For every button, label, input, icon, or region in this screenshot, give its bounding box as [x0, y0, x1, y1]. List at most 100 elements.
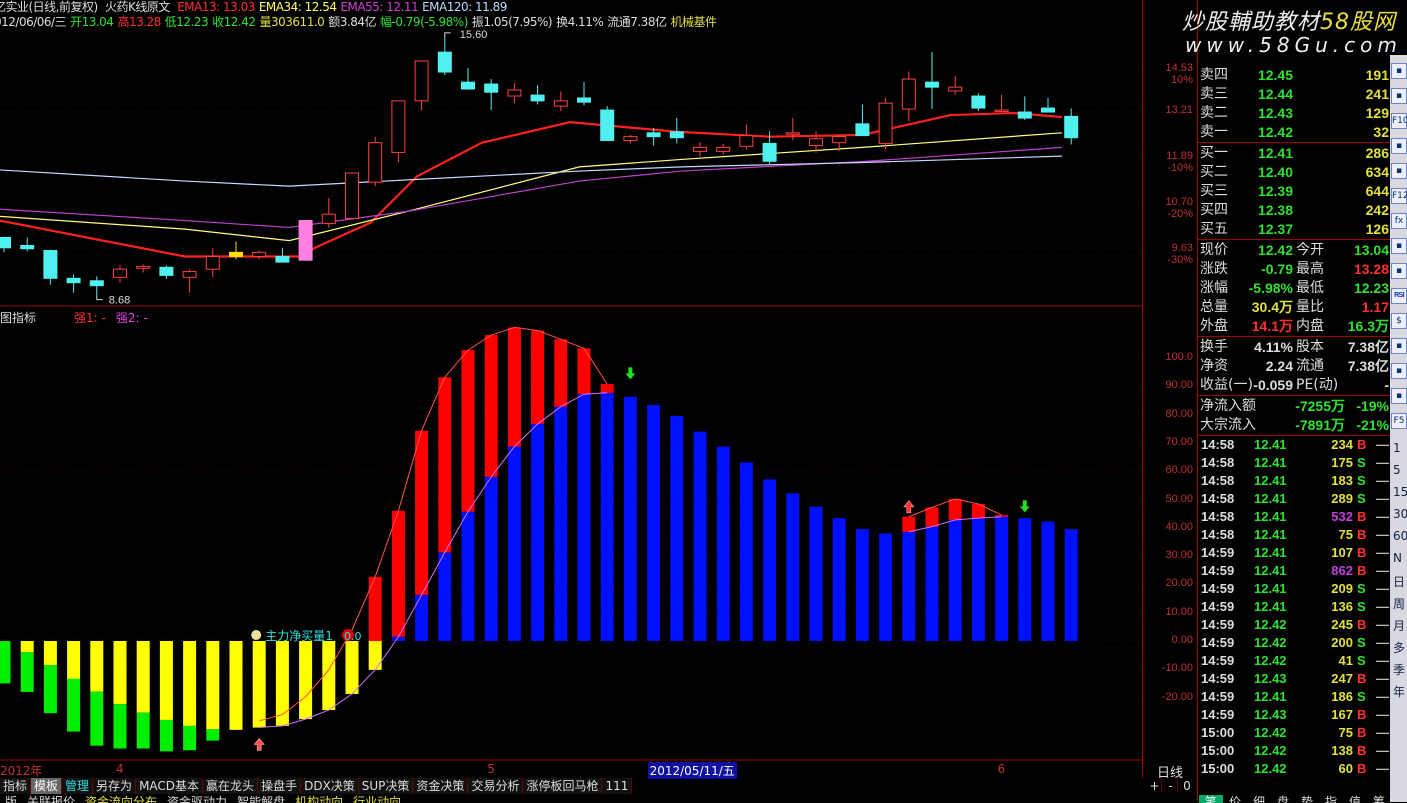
indicator-bar: [20, 641, 34, 692]
pct-axis-label: -20%: [1167, 208, 1193, 221]
flow-amount: -7891万: [1295, 417, 1345, 433]
template-tab[interactable]: 资金决策: [413, 778, 469, 794]
sell-arrow-icon: [1019, 500, 1030, 513]
pencil-icon[interactable]: ▪: [1391, 388, 1407, 404]
tick-side: B: [1357, 743, 1367, 758]
green-segment: [43, 665, 57, 714]
blue-segment: [1041, 521, 1055, 641]
chart-canvas[interactable]: 15.60 8.68 主力净买量1 0.0: [0, 0, 1143, 778]
tick-row: 14:59 12.43 167 B —: [1200, 706, 1391, 724]
zoom-icon[interactable]: ▪: [1391, 238, 1407, 254]
period-button[interactable]: 多: [1393, 639, 1405, 656]
indicator-title: 副图指标: [0, 311, 37, 325]
fundamental-row: 净资 2.24 流通 7.38亿: [1200, 357, 1391, 376]
quote-value: 13.04: [1353, 242, 1389, 258]
f5-icon[interactable]: F5: [1391, 413, 1407, 429]
row-label: 买五: [1200, 221, 1228, 237]
template-tab[interactable]: 涨停板回马枪: [523, 778, 603, 794]
tick-price: 12.43: [1254, 671, 1287, 686]
period-button[interactable]: 日: [1393, 573, 1405, 590]
plus-icon[interactable]: ▪: [1391, 363, 1407, 379]
period-button[interactable]: 月: [1393, 617, 1405, 634]
candle-body: [484, 83, 499, 93]
move-icon[interactable]: ▪: [1391, 338, 1407, 354]
row-volume: 242: [1365, 202, 1389, 218]
candlestick: [716, 143, 731, 155]
tick-side: S: [1357, 689, 1366, 704]
blue-segment: [600, 392, 614, 641]
candle-body: [901, 78, 916, 110]
candle-body: [971, 95, 986, 109]
zoom-in-button[interactable]: +: [1148, 779, 1162, 793]
indicator-bar: [90, 641, 104, 746]
template-tab[interactable]: 另存为: [93, 778, 137, 794]
red-segment: [391, 510, 405, 637]
quote-value: -0.79: [1261, 261, 1293, 277]
candle-body: [345, 172, 359, 219]
fundamental-value: 4.11%: [1254, 339, 1293, 355]
red-segment: [948, 498, 962, 520]
template-tab[interactable]: 指标: [0, 778, 32, 794]
f10-icon[interactable]: F10: [1391, 113, 1407, 129]
indicator-bar: [275, 641, 289, 726]
tick-row: 14:58 12.41 175 S —: [1200, 454, 1391, 472]
row-price: 12.37: [1257, 221, 1293, 237]
candlestick: [484, 79, 499, 111]
dollar-icon[interactable]: $: [1391, 313, 1407, 329]
template-tab[interactable]: 赢在龙头: [203, 778, 259, 794]
template-tab[interactable]: 管理: [62, 778, 94, 794]
flow-row: 净流入额 -7255万 -19%: [1200, 397, 1391, 416]
period-button[interactable]: 15: [1393, 485, 1407, 499]
list-icon[interactable]: ▪: [1391, 88, 1407, 104]
template-tab[interactable]: 操盘手: [258, 778, 302, 794]
blue-segment: [623, 396, 637, 641]
template-tab[interactable]: 交易分析: [468, 778, 524, 794]
template-tab[interactable]: SUP决策: [358, 778, 414, 794]
indicator-bar: [345, 641, 359, 694]
ema120-line: [0, 155, 1062, 187]
period-button[interactable]: 周: [1393, 595, 1405, 612]
tick-row: 14:59 12.41 862 B —: [1200, 562, 1391, 580]
template-tab[interactable]: 模板: [31, 778, 63, 794]
indicator-axis-label: 80.00: [1165, 407, 1193, 420]
candle-body: [321, 213, 336, 225]
period-button[interactable]: 30: [1393, 507, 1407, 521]
candle-body: [461, 81, 475, 90]
tick-row: 14:59 12.42 245 B —: [1200, 616, 1391, 634]
tick-dash: —: [1376, 707, 1389, 722]
candlestick: [66, 274, 81, 293]
zoom-reset-button[interactable]: 0: [1180, 779, 1194, 793]
period-button[interactable]: 年: [1393, 683, 1405, 700]
f12-icon[interactable]: F12: [1391, 188, 1407, 204]
wave-icon[interactable]: ▪: [1391, 263, 1407, 279]
folder-icon[interactable]: ▪: [1391, 138, 1407, 154]
watermark-url: www.58Gu.com: [1185, 33, 1402, 57]
date-axis-label: 4: [116, 762, 124, 776]
tick-dash: —: [1376, 617, 1389, 632]
flow-row: 大宗流入 -7891万 -21%: [1200, 416, 1391, 435]
period-button[interactable]: 5: [1393, 463, 1401, 477]
template-tab[interactable]: MACD基本: [136, 778, 204, 794]
green-segment: [67, 678, 81, 732]
note-icon[interactable]: ▪: [1391, 163, 1407, 179]
rsi-icon[interactable]: RSI: [1391, 288, 1407, 304]
candle-body: [182, 271, 197, 278]
indicator-axis-label: 30.00: [1165, 549, 1193, 562]
candle-chart-icon[interactable]: ▪: [1391, 63, 1407, 79]
row-price: 12.44: [1257, 86, 1293, 102]
zoom-out-button[interactable]: -: [1164, 779, 1178, 793]
period-button[interactable]: N: [1393, 551, 1402, 565]
candle-body: [275, 256, 290, 263]
template-tab[interactable]: 111: [602, 778, 633, 794]
period-button[interactable]: 60: [1393, 529, 1407, 543]
tick-volume: 209: [1331, 581, 1353, 596]
fx-icon[interactable]: fx: [1391, 213, 1407, 229]
period-button[interactable]: 季: [1393, 661, 1405, 678]
tick-time: 14:58: [1201, 455, 1235, 470]
candle-body: [229, 251, 243, 258]
row-price: 12.38: [1257, 202, 1293, 218]
fundamental-value: 7.38亿: [1347, 358, 1389, 374]
period-button[interactable]: 1: [1393, 441, 1401, 455]
template-tab[interactable]: DDX决策: [301, 778, 359, 794]
candlestick: [461, 68, 475, 90]
